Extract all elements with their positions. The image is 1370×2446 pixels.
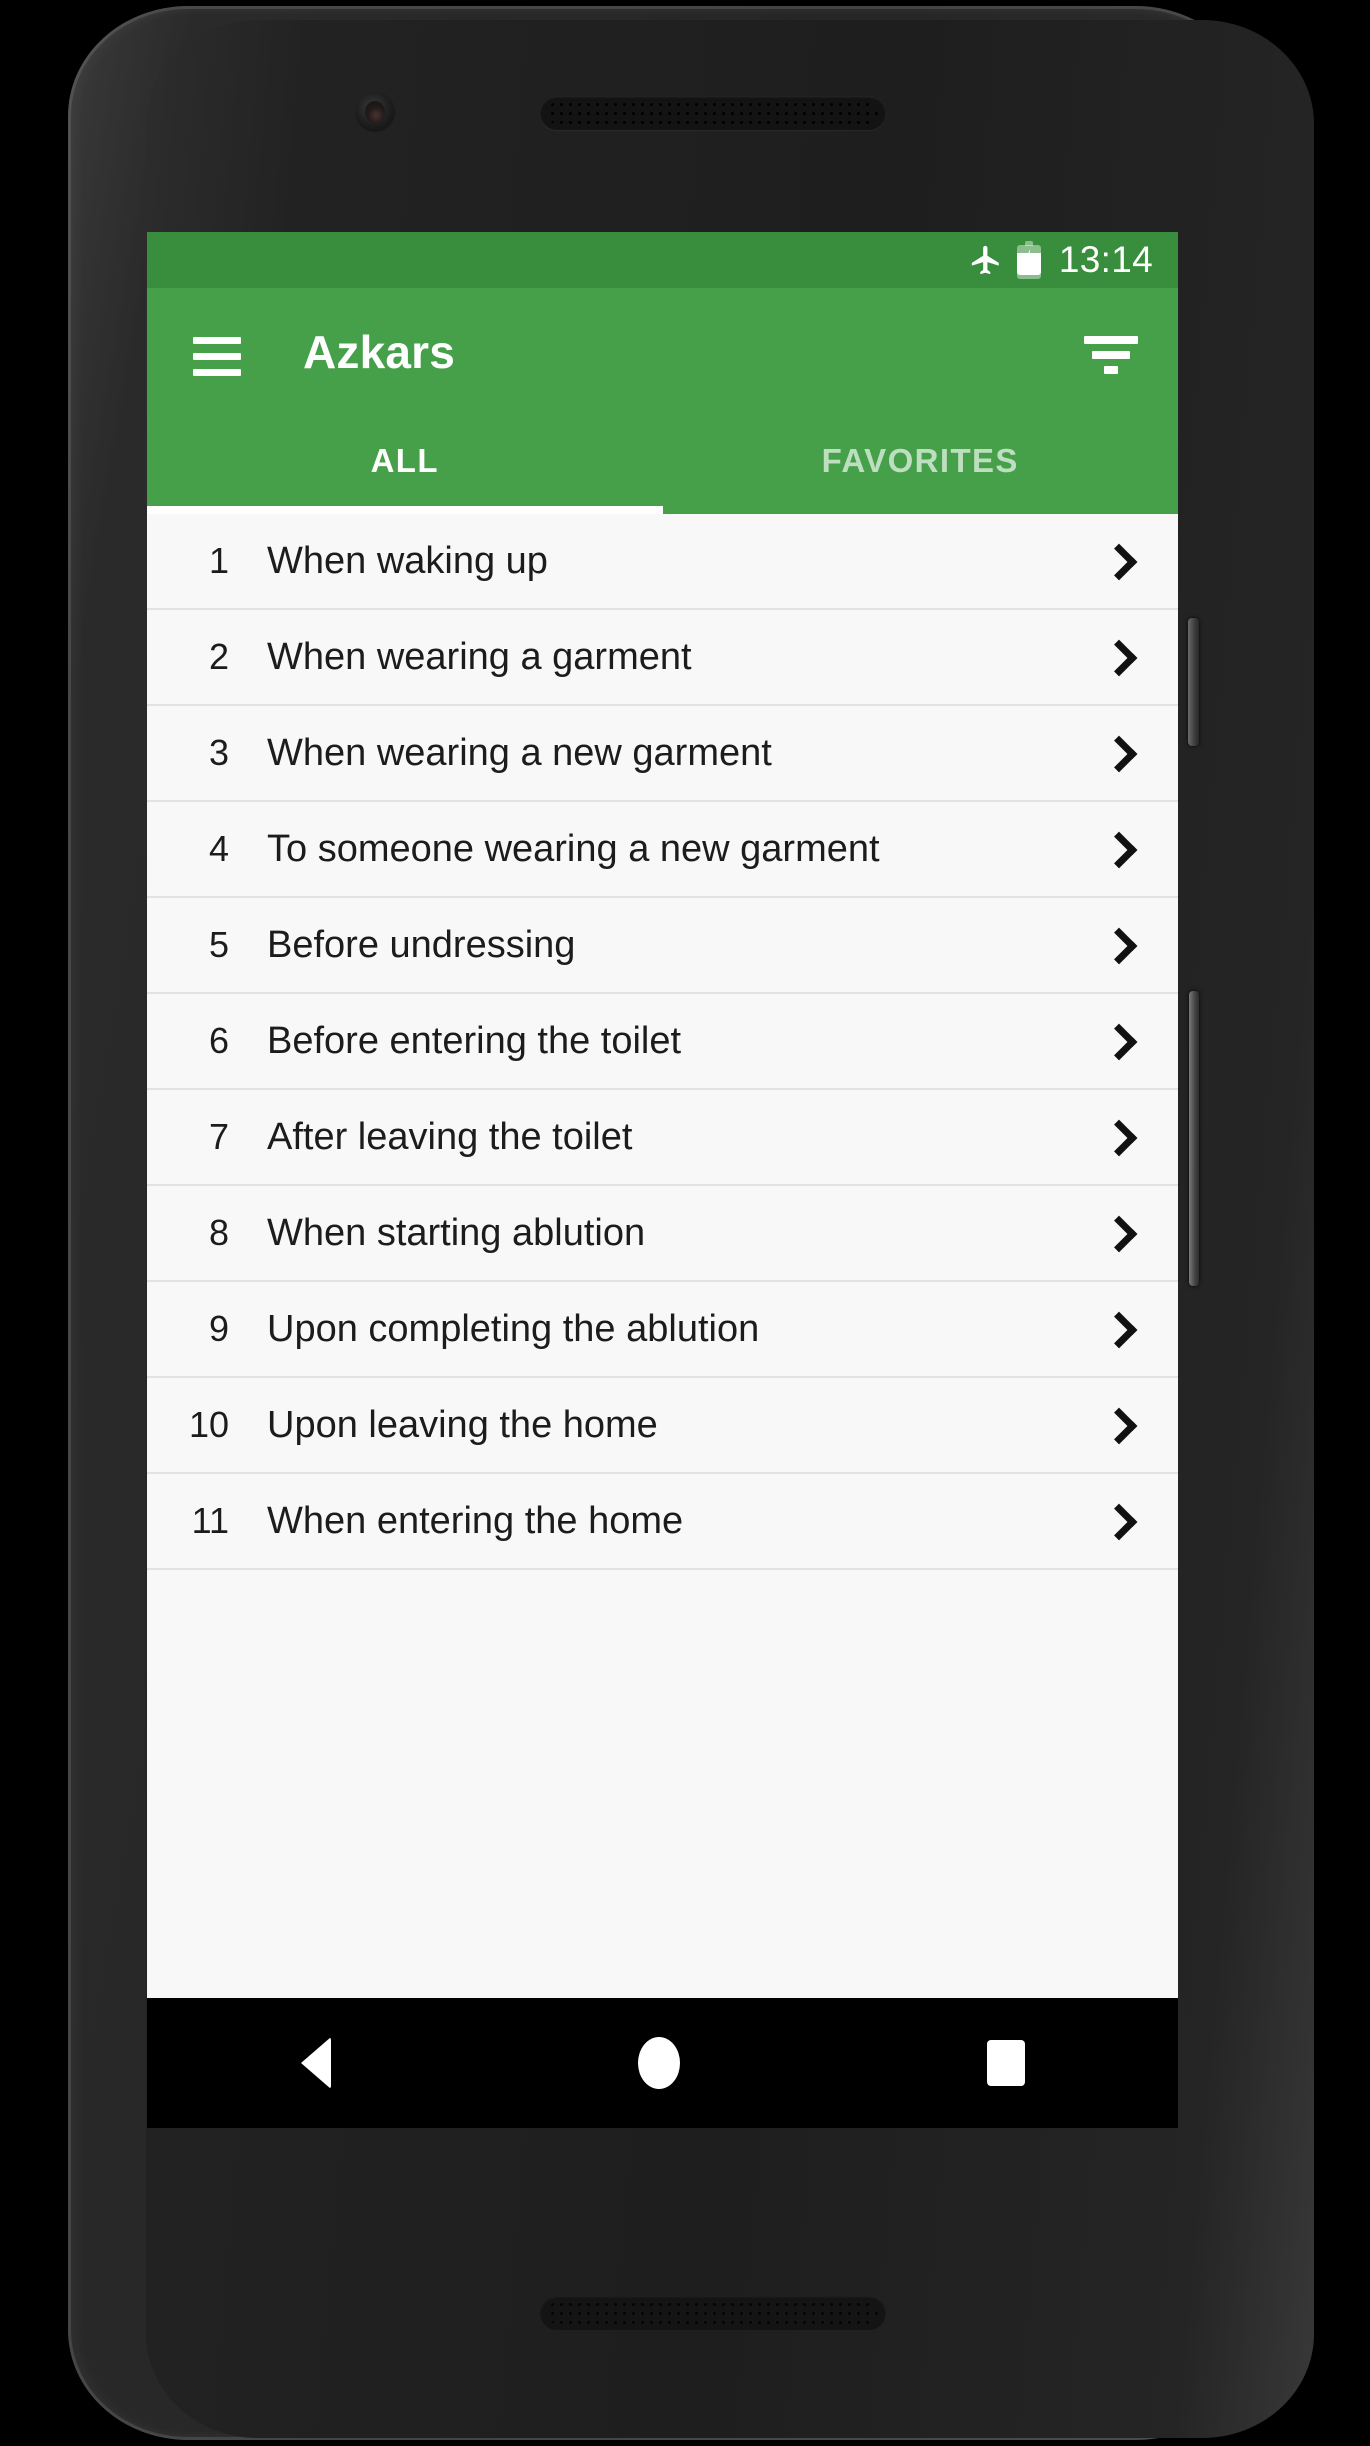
app-bar: Azkars xyxy=(147,288,1178,416)
list-item-number: 4 xyxy=(208,828,229,869)
list-item-title: When starting ablution xyxy=(267,1211,646,1254)
list-item[interactable]: 9 Upon completing the ablution xyxy=(147,1282,1178,1378)
tab-all[interactable]: ALL xyxy=(147,416,663,514)
chevron-right-icon xyxy=(1100,1216,1134,1250)
chevron-right-icon xyxy=(1100,544,1134,578)
list-item-title: Upon leaving the home xyxy=(267,1403,658,1446)
chevron-right-icon xyxy=(1100,1120,1134,1154)
chevron-right-icon xyxy=(1100,1312,1134,1346)
chevron-right-icon xyxy=(1100,1024,1134,1058)
list-item-title: To someone wearing a new garment xyxy=(267,827,880,870)
chevron-right-icon xyxy=(1100,1504,1134,1538)
azkar-list[interactable]: 1 When waking up 2 When wearing a garment 3 W… xyxy=(147,514,1178,1998)
phone-screen: 13:14 Azkars ALL FAVORITES 1 When waking … xyxy=(147,232,1178,2128)
list-item[interactable]: 2 When wearing a garment xyxy=(147,610,1178,706)
chevron-right-icon xyxy=(1100,928,1134,962)
list-item-title: After leaving the toilet xyxy=(267,1115,633,1158)
earpiece-speaker xyxy=(540,96,886,130)
volume-rocker-button[interactable] xyxy=(1189,991,1199,1286)
front-camera-icon xyxy=(355,92,395,132)
list-item[interactable]: 5 Before undressing xyxy=(147,898,1178,994)
list-item-title: When wearing a garment xyxy=(267,635,692,678)
list-item-title: Before undressing xyxy=(267,923,576,966)
list-item-number: 5 xyxy=(208,924,229,965)
back-triangle-icon[interactable] xyxy=(300,2037,331,2089)
list-item-number: 2 xyxy=(208,636,229,677)
list-item[interactable]: 10 Upon leaving the home xyxy=(147,1378,1178,1474)
list-item[interactable]: 1 When waking up xyxy=(147,514,1178,610)
list-item-title: When entering the home xyxy=(267,1499,684,1542)
status-bar-clock: 13:14 xyxy=(1058,239,1153,280)
home-circle-icon[interactable] xyxy=(637,2037,680,2089)
list-item-number: 10 xyxy=(188,1404,229,1445)
chevron-right-icon xyxy=(1100,736,1134,770)
list-item[interactable]: 7 After leaving the toilet xyxy=(147,1090,1178,1186)
list-item-number: 6 xyxy=(208,1020,229,1061)
list-item-title: Before entering the toilet xyxy=(267,1019,682,1062)
chevron-right-icon xyxy=(1100,832,1134,866)
list-item-title: When waking up xyxy=(267,539,548,582)
list-item-number: 8 xyxy=(208,1212,229,1253)
list-item-number: 11 xyxy=(191,1500,229,1541)
list-item[interactable]: 11 When entering the home xyxy=(147,1474,1178,1570)
android-navigation-bar xyxy=(147,1998,1178,2128)
tab-favorites[interactable]: FAVORITES xyxy=(663,416,1179,514)
list-item[interactable]: 8 When starting ablution xyxy=(147,1186,1178,1282)
battery-charging-icon xyxy=(1016,241,1041,279)
airplane-mode-icon xyxy=(969,243,1003,277)
page-title: Azkars xyxy=(303,326,456,378)
list-item-title: When wearing a new garment xyxy=(267,731,772,774)
tab-bar: ALL FAVORITES xyxy=(147,416,1178,514)
list-item-number: 9 xyxy=(208,1308,229,1349)
hamburger-menu-icon[interactable] xyxy=(185,320,249,384)
filter-sort-icon[interactable] xyxy=(1082,323,1140,381)
list-item-title: Upon completing the ablution xyxy=(267,1307,760,1350)
list-item[interactable]: 6 Before entering the toilet xyxy=(147,994,1178,1090)
chevron-right-icon xyxy=(1100,1408,1134,1442)
list-item-number: 1 xyxy=(208,540,229,581)
status-bar: 13:14 xyxy=(147,232,1178,288)
recents-square-icon[interactable] xyxy=(986,2040,1025,2086)
power-button[interactable] xyxy=(1188,618,1199,746)
list-item[interactable]: 3 When wearing a new garment xyxy=(147,706,1178,802)
list-item-number: 3 xyxy=(208,732,229,773)
list-item[interactable]: 4 To someone wearing a new garment xyxy=(147,802,1178,898)
list-item-number: 7 xyxy=(208,1116,229,1157)
chevron-right-icon xyxy=(1100,640,1134,674)
bottom-speaker-grille xyxy=(540,2296,886,2330)
